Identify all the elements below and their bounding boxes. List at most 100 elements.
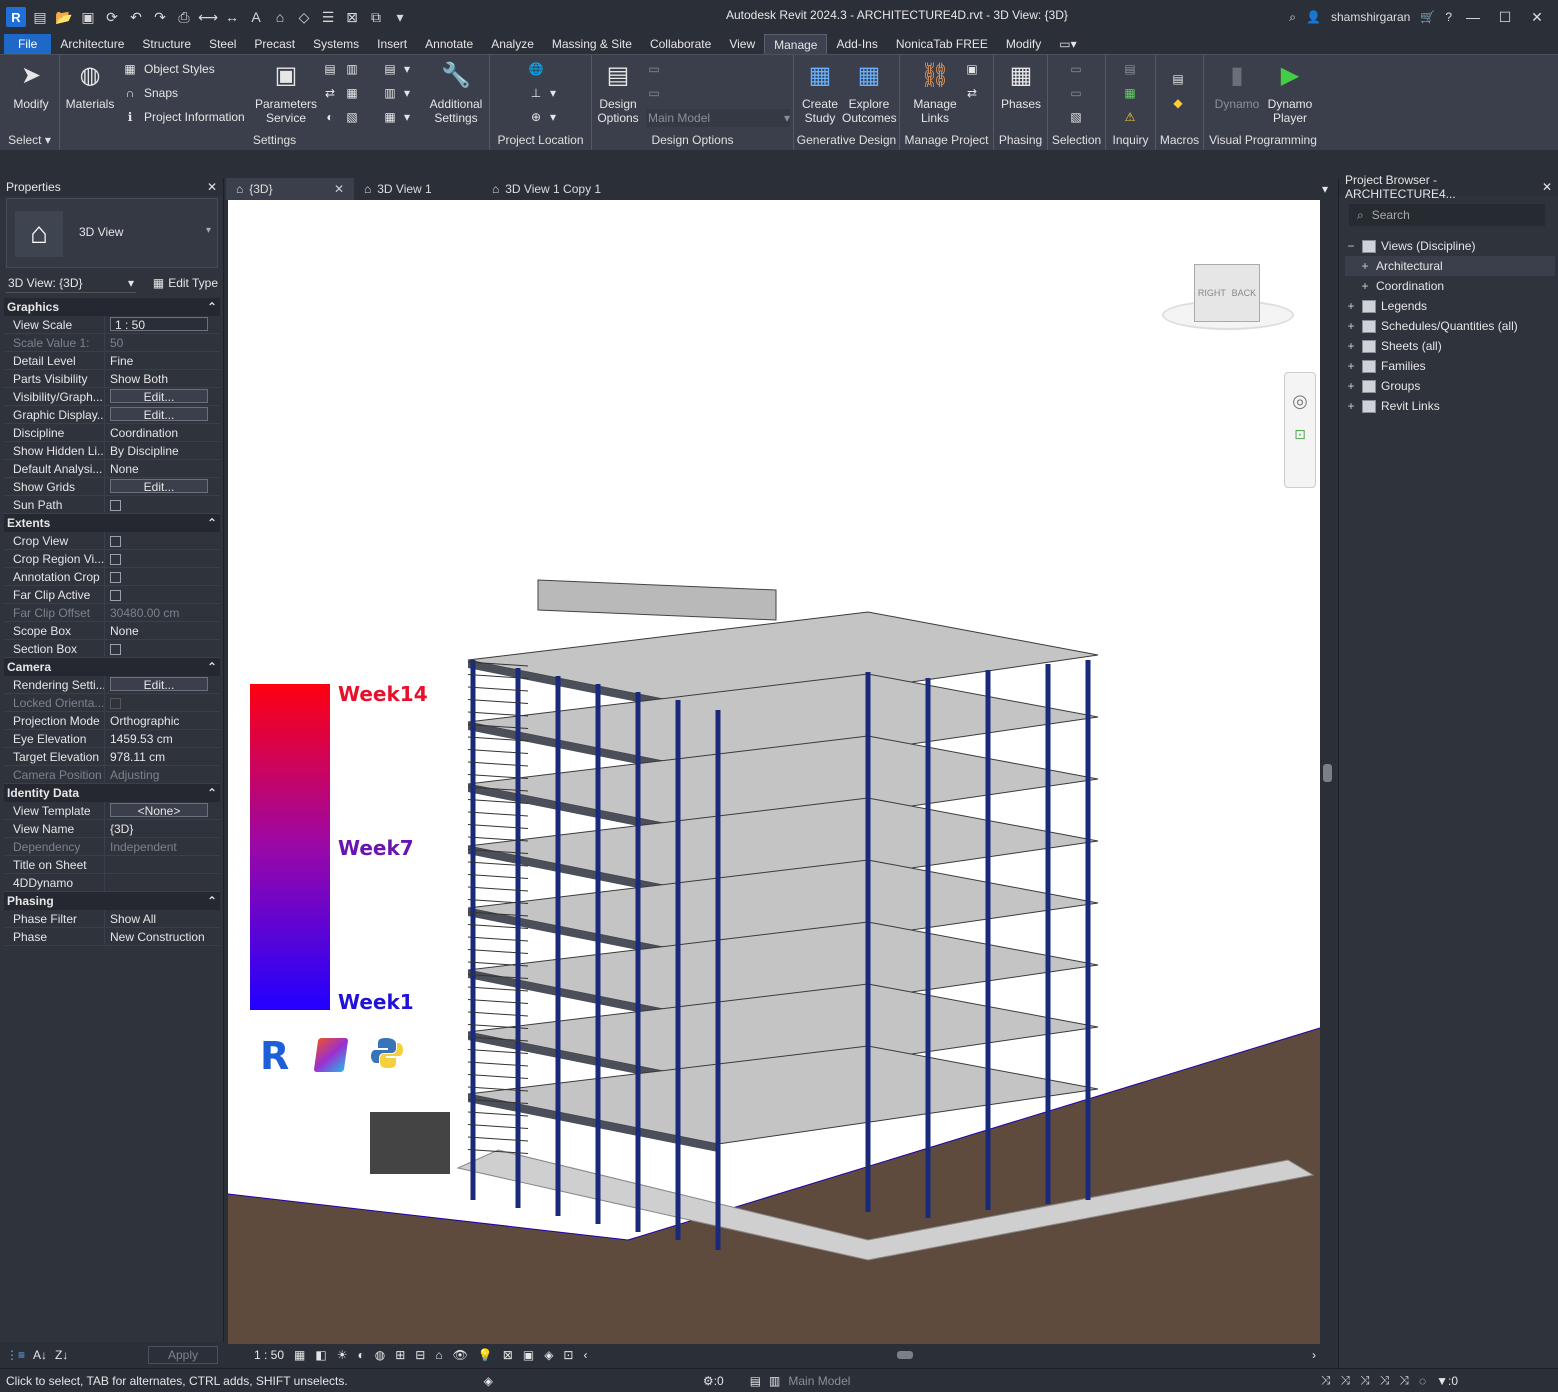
open-icon[interactable]: 📂 [54,7,74,27]
collapse-icon[interactable]: ⌃ [207,894,217,908]
type-selector[interactable]: ⌂ 3D View ▾ [6,198,218,268]
edit-button[interactable]: <None> [110,803,208,818]
edit-button[interactable]: Edit... [110,479,208,494]
select-by-face-icon[interactable]: ⤨ [1380,1373,1390,1388]
binoculars-icon[interactable]: ⌕ [1289,10,1296,25]
browser-node-schedules-quantities-all-[interactable]: + Schedules/Quantities (all) [1345,316,1555,336]
decal-types-icon[interactable]: ⇄ [964,85,980,101]
property-value[interactable]: None [104,460,220,477]
view-scale-label[interactable]: 1 : 50 [254,1348,284,1362]
tab-analyze[interactable]: Analyze [482,34,543,54]
ribbon-toggle-icon[interactable]: ▭▾ [1050,34,1085,54]
text-icon[interactable]: A [246,7,266,27]
section-graphics[interactable]: Graphics ⌃ [4,298,220,316]
section-camera[interactable]: Camera ⌃ [4,658,220,676]
rendering-icon[interactable]: ◍ [375,1348,385,1362]
property-value[interactable]: Edit... [104,388,220,405]
dimension-icon[interactable]: ↔ [222,7,242,27]
property-value[interactable]: By Discipline [104,442,220,459]
property-value[interactable] [104,496,220,513]
worksets-icon[interactable]: ⚙ [703,1374,714,1388]
property-value[interactable]: Show All [104,910,220,927]
purge-unused-icon[interactable]: ▥ ▾ [382,85,410,101]
apply-button[interactable]: Apply [148,1346,218,1364]
property-value[interactable] [104,856,220,873]
checkbox[interactable] [110,572,121,583]
home-icon[interactable]: ▤ [30,7,50,27]
edit-selection-icon[interactable]: ▧ [1068,109,1084,125]
browser-search-input[interactable]: ⌕ Search [1349,204,1545,226]
browser-node-legends[interactable]: + Legends [1345,296,1555,316]
edit-button[interactable]: Edit... [110,407,208,422]
vertical-scrollbar[interactable] [1320,200,1336,1344]
viewcube[interactable]: RIGHT BACK [1158,258,1298,338]
close-icon[interactable]: ✕ [207,180,217,194]
maximize-button[interactable]: ☐ [1494,9,1516,26]
browser-node-groups[interactable]: + Groups [1345,376,1555,396]
scroll-thumb[interactable] [1323,764,1332,782]
filter-icon[interactable]: ▼ [1436,1374,1448,1388]
categorize-icon[interactable]: ⋮≡ [6,1348,25,1362]
show-crop-icon[interactable]: ⊟ [415,1348,425,1362]
save-icon[interactable]: ▣ [78,7,98,27]
materials-button[interactable]: ◍ Materials [64,59,116,112]
temporary-hide-icon[interactable]: 👁 [453,1348,468,1362]
browser-node-architectural[interactable]: + Architectural [1345,256,1555,276]
constraints-icon[interactable]: ⊡ [563,1348,573,1362]
collapse-icon[interactable]: ⌃ [207,516,217,530]
section-phasing[interactable]: Phasing ⌃ [4,892,220,910]
property-value[interactable]: 1459.53 cm [104,730,220,747]
dynamo-button[interactable]: ▮ Dynamo [1212,59,1262,112]
location-icon[interactable]: 🌐 [528,61,544,77]
property-value[interactable]: Coordination [104,424,220,441]
section-icon[interactable]: ◇ [294,7,314,27]
property-value[interactable] [104,550,220,567]
transfer-standards-icon[interactable]: ▤ ▾ [382,61,410,77]
expand-icon[interactable]: − [1345,239,1357,253]
detail-level-icon[interactable]: ▦ [294,1348,305,1362]
property-value[interactable]: Edit... [104,676,220,693]
close-icon[interactable]: ✕ [334,182,344,196]
active-design-option[interactable]: Main Model [788,1374,988,1388]
edit-button[interactable]: Edit... [110,677,208,692]
checkbox[interactable] [110,554,121,565]
tab-3d-view-1[interactable]: ⌂ 3D View 1 [354,178,482,200]
property-value[interactable]: Fine [104,352,220,369]
shared-parameters-icon[interactable]: ⇄ ▦ [322,85,360,101]
ids-icon[interactable]: ▤ [1122,61,1138,77]
visual-style-icon[interactable]: ◧ [315,1348,326,1362]
analysis-icon[interactable]: ▣ [523,1348,534,1362]
checkbox[interactable] [110,536,121,547]
customize-qat-icon[interactable]: ▾ [390,7,410,27]
tab-architecture[interactable]: Architecture [51,34,133,54]
tab-precast[interactable]: Precast [245,34,304,54]
scroll-left-icon[interactable]: ‹ [583,1348,587,1362]
design-options-button[interactable]: ▤ Design Options [594,59,642,126]
building-model[interactable] [228,200,1320,1344]
minimize-button[interactable]: — [1462,9,1484,25]
shadows-icon[interactable]: ◐ [357,1348,364,1362]
measure-icon[interactable]: ⟷ [198,7,218,27]
switch-windows-icon[interactable]: ⧉ [366,7,386,27]
property-value[interactable]: {3D} [104,820,220,837]
expand-icon[interactable]: + [1345,319,1357,333]
expand-icon[interactable]: + [1345,359,1357,373]
tab-collaborate[interactable]: Collaborate [641,34,720,54]
expand-icon[interactable]: + [1345,299,1357,313]
zoom-icon[interactable]: ⊡ [1285,426,1315,443]
sun-path-icon[interactable]: ☀ [337,1348,348,1362]
modify-button[interactable]: ➤ Modify [8,59,54,112]
select-dropdown[interactable]: Select ▾ [0,133,59,147]
property-value[interactable] [104,532,220,549]
property-value[interactable]: Edit... [104,478,220,495]
manage-images-icon[interactable]: ▣ [964,61,980,77]
additional-settings-button[interactable]: 🔧 Additional Settings [424,59,488,126]
tab-3d[interactable]: ⌂ {3D} ✕ [226,178,354,200]
manage-links-button[interactable]: ⛓ Manage Links [908,59,962,126]
expand-icon[interactable]: + [1359,259,1371,273]
unlocked-view-icon[interactable]: ⌂ [435,1348,442,1362]
help-icon[interactable]: ? [1445,10,1452,24]
redo-icon[interactable]: ↷ [150,7,170,27]
property-value[interactable]: Orthographic [104,712,220,729]
close-button[interactable]: ✕ [1526,9,1548,26]
